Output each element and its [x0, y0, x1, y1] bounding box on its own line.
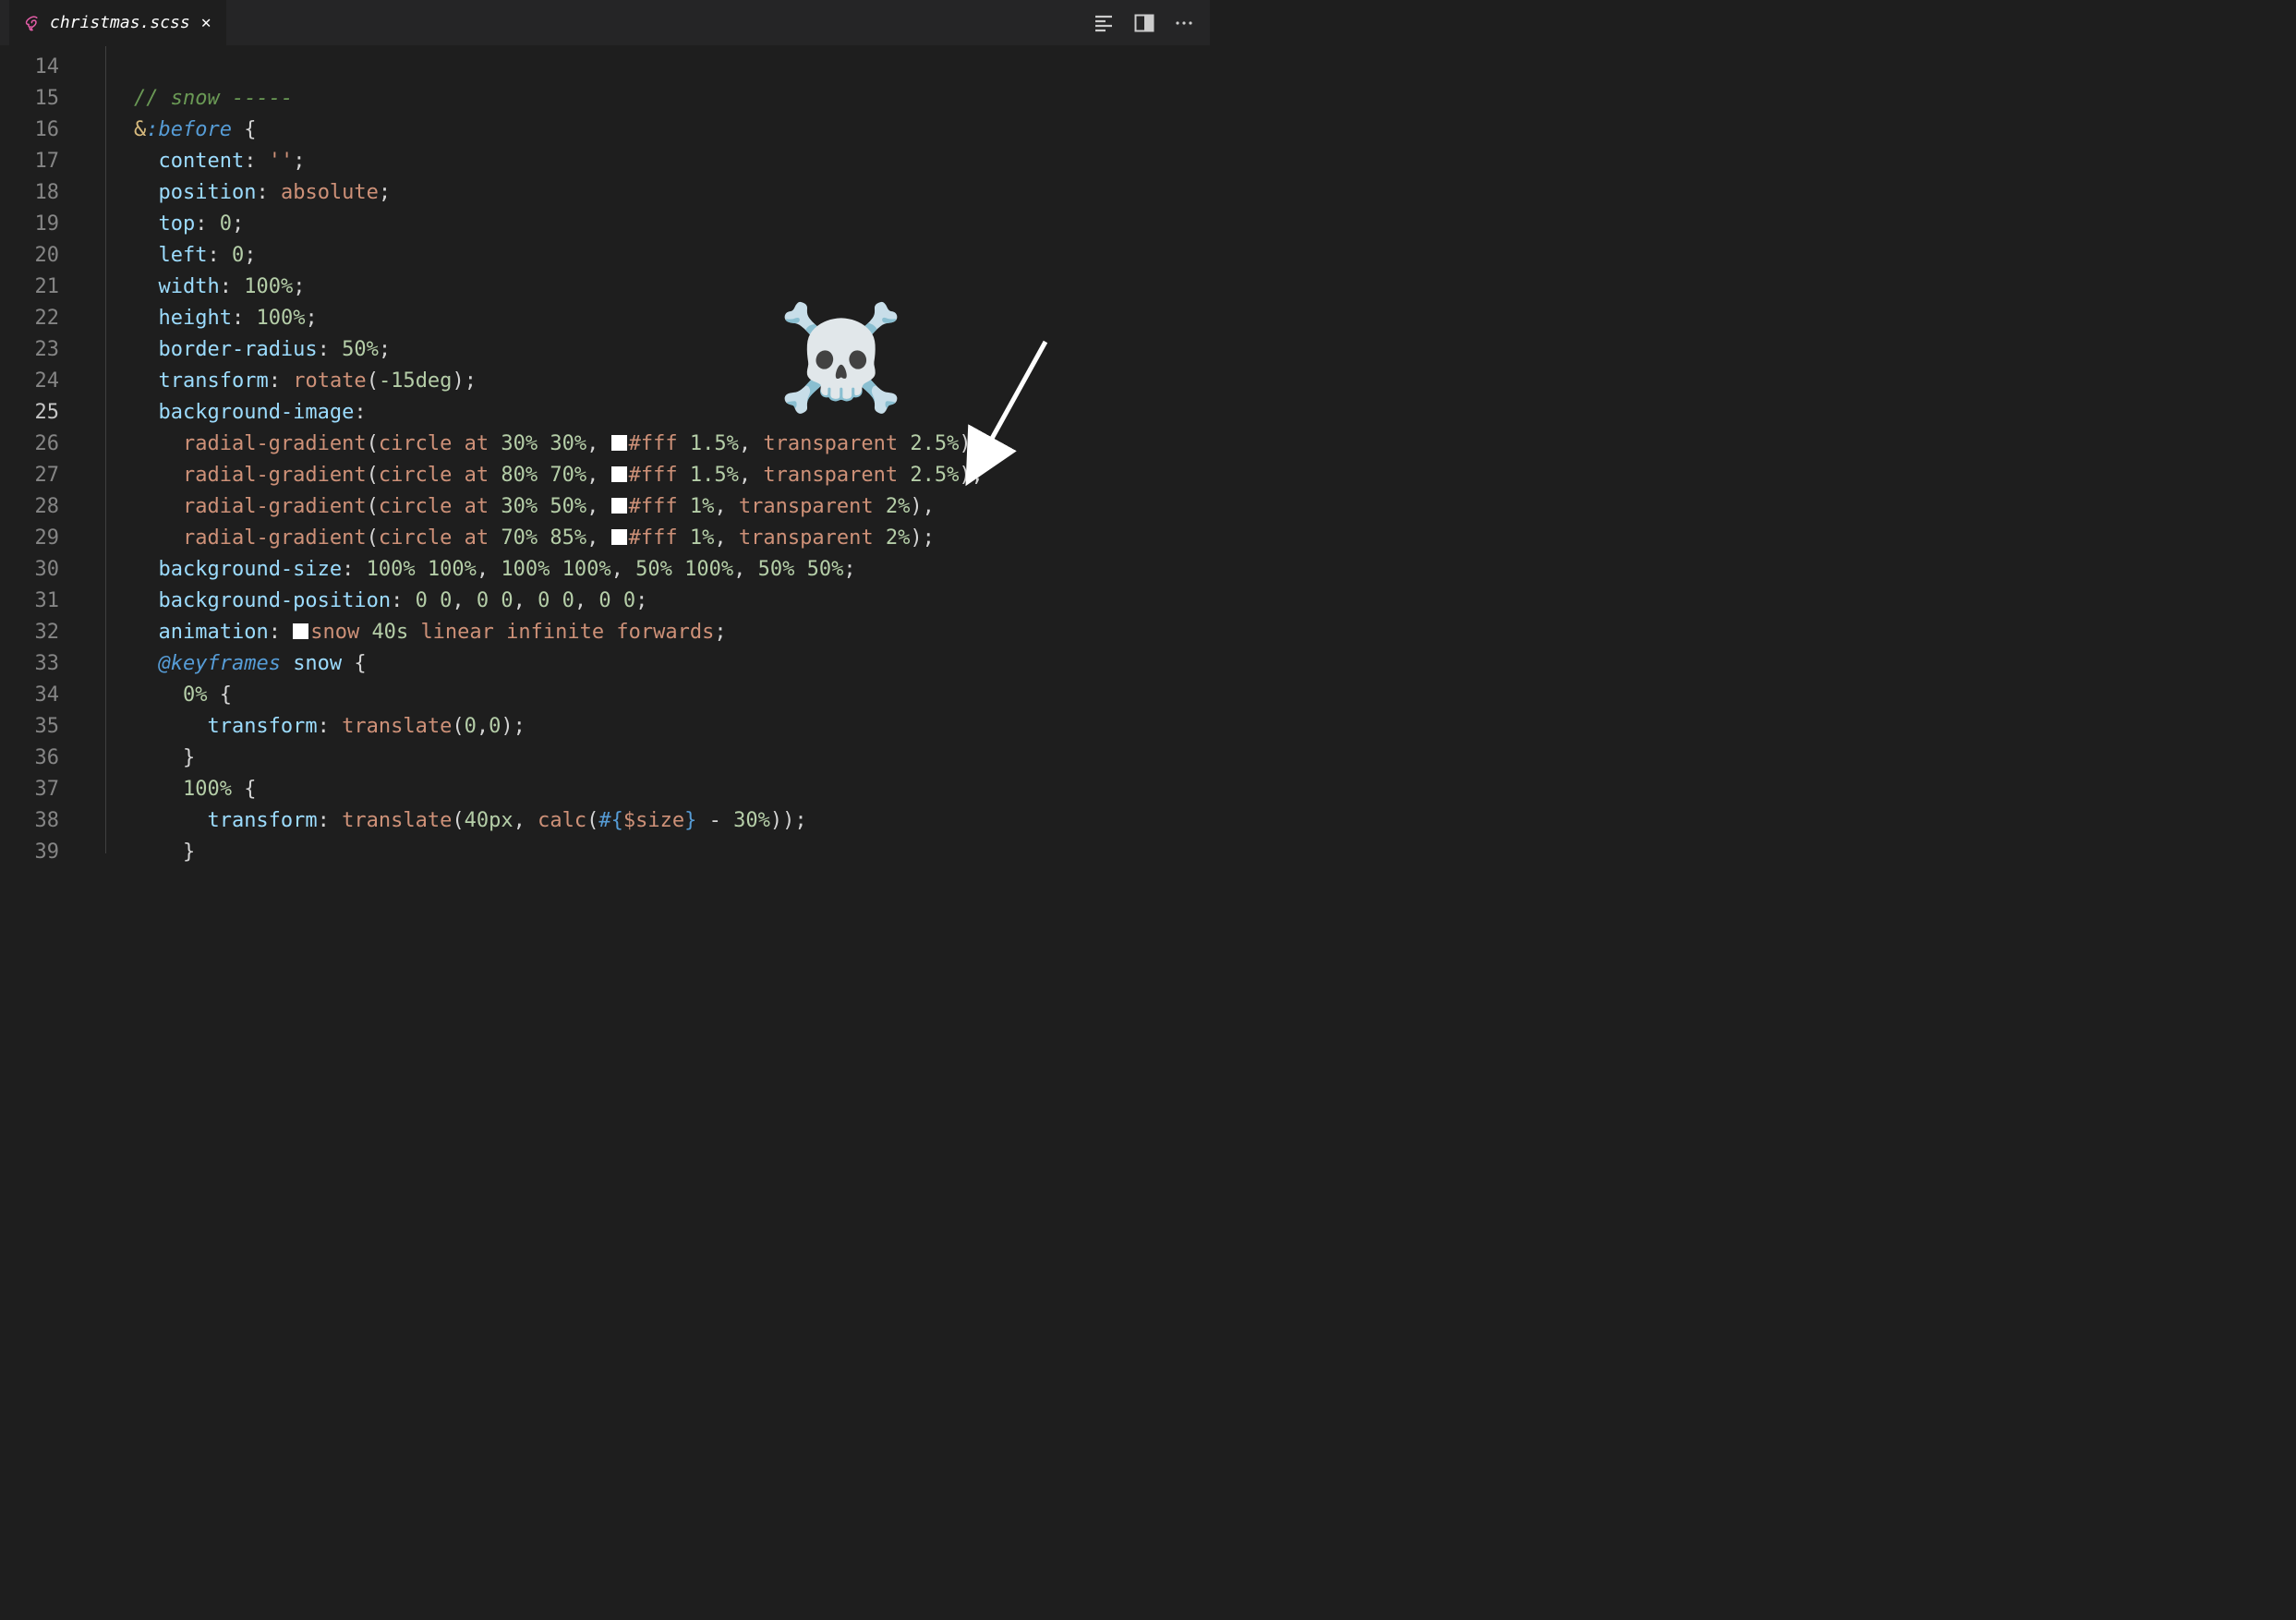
line-number[interactable]: 26 [0, 429, 59, 460]
line-number[interactable]: 18 [0, 177, 59, 209]
sass-icon [22, 14, 41, 32]
code-line[interactable]: height: 100%; [85, 303, 1210, 334]
line-number[interactable]: 23 [0, 334, 59, 366]
tab-strip: christmas.scss ✕ [9, 0, 226, 45]
line-number[interactable]: 37 [0, 774, 59, 805]
tab-label: christmas.scss [50, 13, 190, 32]
line-number[interactable]: 30 [0, 554, 59, 586]
align-icon[interactable] [1094, 14, 1114, 32]
code-line[interactable]: &:before { [85, 115, 1210, 146]
tab-christmas-scss[interactable]: christmas.scss ✕ [9, 0, 226, 45]
split-editor-icon[interactable] [1134, 14, 1154, 32]
editor-wrap: 14 15 16 17 18 19 20 21 22 23 24 25 26 2… [0, 46, 1210, 853]
code-line[interactable]: 0% { [85, 680, 1210, 711]
line-number[interactable]: 24 [0, 366, 59, 397]
code-line[interactable]: border-radius: 50%; [85, 334, 1210, 366]
code-line[interactable]: // snow ----- [85, 83, 1210, 115]
line-number[interactable]: 34 [0, 680, 59, 711]
code-line[interactable]: background-position: 0 0, 0 0, 0 0, 0 0; [85, 586, 1210, 617]
code-editor[interactable]: // snow ----- &:before { content: ''; po… [85, 46, 1210, 853]
code-line[interactable]: radial-gradient(circle at 30% 30%, #fff … [85, 429, 1210, 460]
line-number-gutter: 14 15 16 17 18 19 20 21 22 23 24 25 26 2… [0, 46, 85, 853]
code-line[interactable]: radial-gradient(circle at 70% 85%, #fff … [85, 523, 1210, 554]
code-line[interactable]: 100% { [85, 774, 1210, 805]
code-line[interactable]: transform: translate(40px, calc(#{$size}… [85, 805, 1210, 837]
line-number[interactable]: 32 [0, 617, 59, 648]
line-number[interactable]: 33 [0, 648, 59, 680]
code-line[interactable]: position: absolute; [85, 177, 1210, 209]
line-number[interactable]: 19 [0, 209, 59, 240]
code-line[interactable]: top: 0; [85, 209, 1210, 240]
line-number[interactable]: 36 [0, 743, 59, 774]
editor-titlebar: christmas.scss ✕ [0, 0, 1210, 46]
code-line[interactable] [85, 52, 1210, 83]
skull-emoji-overlay: ☠️ [778, 342, 904, 373]
close-icon[interactable]: ✕ [199, 11, 213, 34]
line-number[interactable]: 22 [0, 303, 59, 334]
code-line[interactable]: width: 100%; [85, 272, 1210, 303]
line-number[interactable]: 39 [0, 837, 59, 868]
code-line[interactable]: content: ''; [85, 146, 1210, 177]
line-number[interactable]: 35 [0, 711, 59, 743]
code-line[interactable]: background-image: [85, 397, 1210, 429]
line-number[interactable]: 31 [0, 586, 59, 617]
code-line[interactable]: transform: translate(0,0); [85, 711, 1210, 743]
color-swatch[interactable] [611, 529, 627, 545]
code-line[interactable]: background-size: 100% 100%, 100% 100%, 5… [85, 554, 1210, 586]
titlebar-actions [1094, 14, 1201, 32]
code-line[interactable]: @keyframes snow { [85, 648, 1210, 680]
more-icon[interactable] [1175, 14, 1193, 32]
color-swatch[interactable] [611, 466, 627, 482]
color-swatch[interactable] [611, 498, 627, 514]
line-number[interactable]: 29 [0, 523, 59, 554]
code-line[interactable]: animation: snow 40s linear infinite forw… [85, 617, 1210, 648]
code-line[interactable]: left: 0; [85, 240, 1210, 272]
line-number[interactable]: 27 [0, 460, 59, 491]
code-line[interactable]: } [85, 743, 1210, 774]
line-number[interactable]: 25 [0, 397, 59, 429]
line-number[interactable]: 16 [0, 115, 59, 146]
code-line[interactable]: radial-gradient(circle at 80% 70%, #fff … [85, 460, 1210, 491]
color-swatch[interactable] [293, 623, 308, 639]
line-number[interactable]: 15 [0, 83, 59, 115]
code-line[interactable]: radial-gradient(circle at 30% 50%, #fff … [85, 491, 1210, 523]
code-line[interactable]: } [85, 837, 1210, 868]
color-swatch[interactable] [611, 435, 627, 451]
code-line[interactable]: transform: rotate(-15deg); [85, 366, 1210, 397]
line-number[interactable]: 28 [0, 491, 59, 523]
line-number[interactable]: 21 [0, 272, 59, 303]
line-number[interactable]: 17 [0, 146, 59, 177]
line-number[interactable]: 20 [0, 240, 59, 272]
line-number[interactable]: 14 [0, 52, 59, 83]
line-number[interactable]: 38 [0, 805, 59, 837]
